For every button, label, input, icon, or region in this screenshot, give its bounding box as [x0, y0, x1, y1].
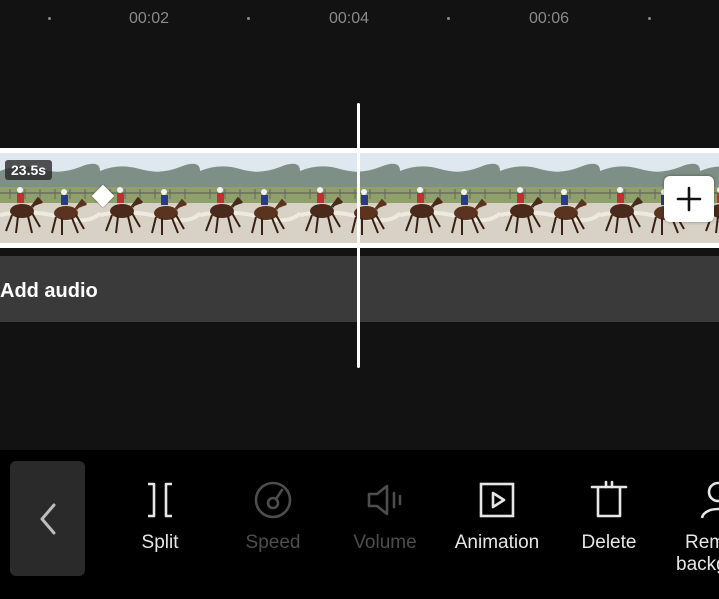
- ruler-label: 00:02: [128, 10, 170, 27]
- timeline-ruler[interactable]: 00:02 00:04 00:06: [0, 0, 719, 40]
- clip-thumbnail: [200, 153, 300, 243]
- split-icon: [148, 482, 172, 518]
- split-button[interactable]: Split: [110, 478, 210, 554]
- animation-button[interactable]: Animation: [447, 478, 547, 554]
- clip-thumbnail: [100, 153, 200, 243]
- plus-icon: [676, 186, 702, 212]
- delete-label: Delete: [581, 532, 637, 553]
- clip-thumbnail: [500, 153, 600, 243]
- animation-label: Animation: [454, 532, 540, 553]
- remove-background-icon: [700, 481, 719, 519]
- ruler-label: 00:04: [328, 10, 370, 27]
- ruler-dot: [247, 17, 250, 20]
- clip-thumbnail: [400, 153, 500, 243]
- remove-background-label-line1: Rem: [685, 532, 719, 553]
- animation-icon: [479, 482, 515, 518]
- ruler-dot: [648, 17, 651, 20]
- delete-icon: [590, 480, 628, 518]
- speed-button[interactable]: Speed: [223, 478, 323, 554]
- ruler-dot: [447, 17, 450, 20]
- playhead[interactable]: [357, 103, 360, 368]
- delete-button[interactable]: Delete: [559, 478, 659, 554]
- add-audio-button[interactable]: Add audio: [0, 280, 98, 303]
- remove-background-label-line2: backg: [676, 554, 719, 575]
- speed-label: Speed: [245, 532, 301, 553]
- remove-background-button[interactable]: Rem backg: [676, 478, 719, 576]
- split-label: Split: [141, 532, 179, 553]
- ruler-dot: [48, 17, 51, 20]
- remove-background-label: Rem backg: [676, 532, 719, 576]
- ruler-label: 00:06: [528, 10, 570, 27]
- chevron-left-icon: [40, 503, 55, 534]
- add-clip-button[interactable]: [664, 176, 714, 222]
- volume-label: Volume: [353, 532, 417, 553]
- clip-thumbnail: [300, 153, 400, 243]
- volume-button[interactable]: Volume: [335, 478, 435, 554]
- clip-duration-badge: 23.5s: [5, 160, 53, 180]
- volume-icon: [367, 484, 402, 516]
- back-button[interactable]: [10, 461, 85, 576]
- speed-icon: [254, 481, 292, 519]
